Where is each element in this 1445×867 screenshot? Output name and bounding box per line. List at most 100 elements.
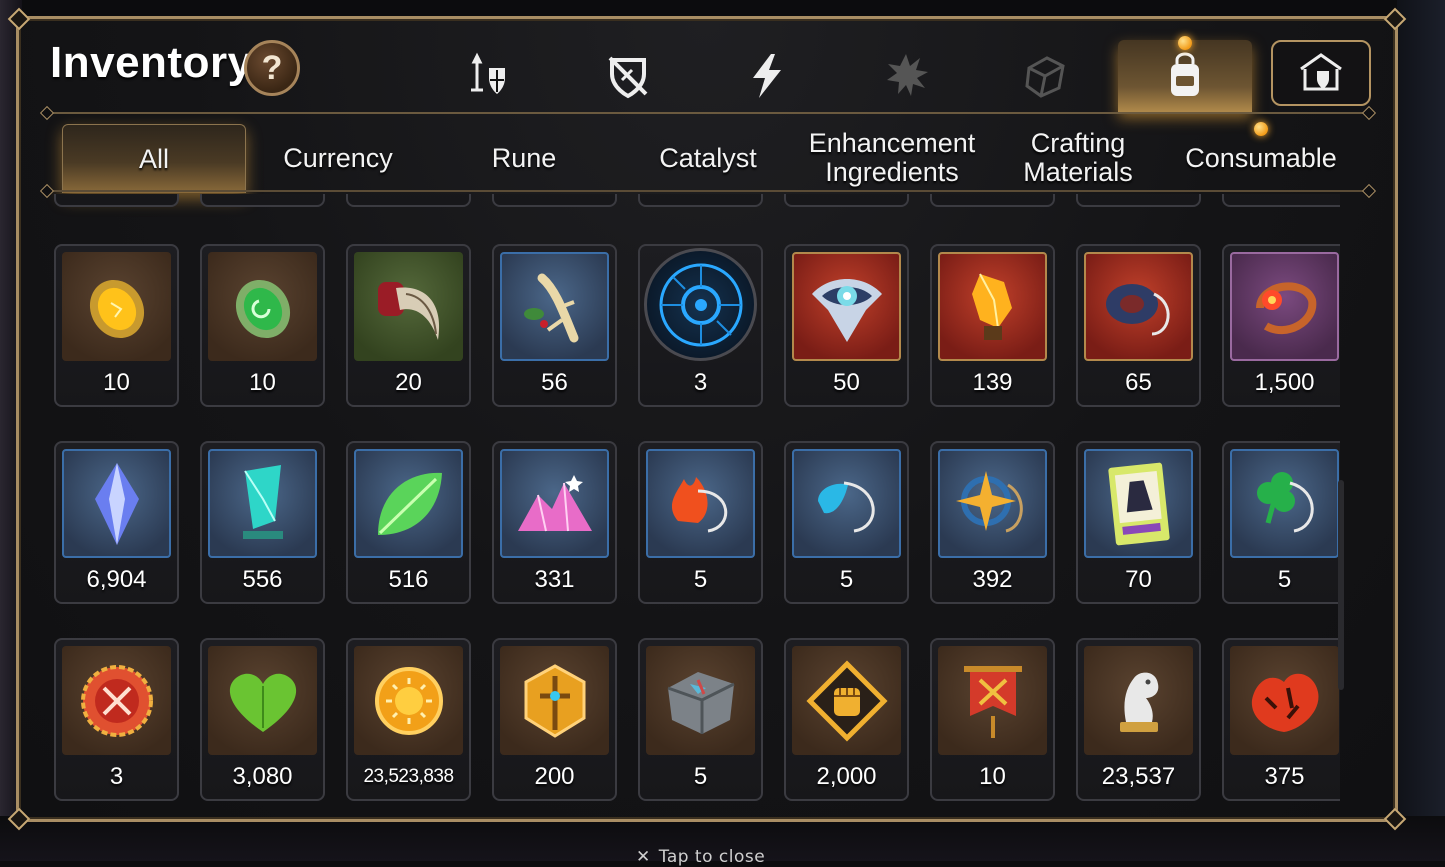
knight-chess-icon bbox=[1084, 646, 1193, 755]
item-slot[interactable]: 56 bbox=[492, 244, 617, 407]
pink-crystal-pile-icon bbox=[500, 449, 609, 558]
item-count: 70 bbox=[1125, 566, 1152, 593]
item-count: 331 bbox=[534, 566, 575, 593]
blue-crystal-icon bbox=[62, 449, 171, 558]
divider bbox=[46, 190, 1368, 192]
item-count: 50 bbox=[833, 369, 860, 396]
teal-crystal-icon bbox=[208, 449, 317, 558]
leaf-icon bbox=[354, 449, 463, 558]
item-count: 10 bbox=[979, 763, 1006, 790]
divider bbox=[46, 112, 1368, 114]
guild-house-icon bbox=[1300, 53, 1342, 91]
item-slot[interactable]: 70 bbox=[1076, 441, 1201, 604]
gold-coin-icon bbox=[354, 646, 463, 755]
notification-dot bbox=[1178, 36, 1192, 50]
item-slot[interactable]: 5 bbox=[1222, 441, 1340, 604]
tab-shards[interactable] bbox=[839, 40, 973, 112]
tab-artifacts[interactable] bbox=[561, 40, 695, 112]
close-icon: ✕ bbox=[636, 847, 651, 867]
item-count: 23,537 bbox=[1101, 763, 1176, 790]
item-slot[interactable]: 5 bbox=[638, 441, 763, 604]
item-slot[interactable]: 10 bbox=[54, 244, 179, 407]
item-slot[interactable]: 5 bbox=[638, 638, 763, 801]
lightning-icon bbox=[753, 54, 781, 98]
fist-emblem-icon bbox=[792, 646, 901, 755]
item-count: 65 bbox=[1125, 369, 1152, 396]
item-count: 10 bbox=[103, 369, 130, 396]
item-slot[interactable] bbox=[638, 194, 763, 207]
item-slot[interactable] bbox=[54, 194, 179, 207]
item-slot[interactable] bbox=[1222, 194, 1340, 207]
item-slot[interactable]: 139 bbox=[930, 244, 1055, 407]
item-slot[interactable]: 375 bbox=[1222, 638, 1340, 801]
cube-icon bbox=[1025, 56, 1065, 98]
scrollbar[interactable] bbox=[1338, 480, 1344, 690]
costume-card-icon bbox=[1084, 449, 1193, 558]
tab-materials[interactable] bbox=[978, 40, 1112, 112]
item-slot[interactable]: 3,080 bbox=[200, 638, 325, 801]
tab-currency[interactable]: Currency bbox=[258, 124, 418, 192]
item-count: 3,080 bbox=[232, 763, 293, 790]
item-slot[interactable]: 200 bbox=[492, 638, 617, 801]
item-slot[interactable]: 50 bbox=[784, 244, 909, 407]
help-button[interactable]: ? bbox=[244, 40, 300, 96]
item-slot[interactable]: 331 bbox=[492, 441, 617, 604]
item-slot[interactable] bbox=[930, 194, 1055, 207]
sword-emblem-icon bbox=[500, 646, 609, 755]
tab-crafting-materials[interactable]: Crafting Materials bbox=[996, 124, 1160, 192]
item-slot[interactable] bbox=[492, 194, 617, 207]
item-slot[interactable] bbox=[784, 194, 909, 207]
item-slot[interactable]: 5 bbox=[784, 441, 909, 604]
item-slot[interactable]: 20 bbox=[346, 244, 471, 407]
water-charm-icon bbox=[792, 449, 901, 558]
green-heart-icon bbox=[208, 646, 317, 755]
flower-ring-icon bbox=[1230, 252, 1339, 361]
tab-catalyst[interactable]: Catalyst bbox=[628, 124, 788, 192]
item-slot[interactable] bbox=[200, 194, 325, 207]
red-badge-icon bbox=[62, 646, 171, 755]
tab-champion-gear[interactable] bbox=[422, 40, 556, 112]
item-slot[interactable]: 516 bbox=[346, 441, 471, 604]
item-count: 139 bbox=[972, 369, 1013, 396]
item-slot[interactable]: 392 bbox=[930, 441, 1055, 604]
item-count: 3 bbox=[109, 763, 124, 790]
close-hint[interactable]: ✕ Tap to close bbox=[636, 847, 765, 867]
autumn-leaf-icon bbox=[1230, 646, 1339, 755]
tab-rune[interactable]: Rune bbox=[444, 124, 604, 192]
item-slot[interactable]: 2,000 bbox=[784, 638, 909, 801]
item-count: 3 bbox=[693, 369, 708, 396]
clover-charm-icon bbox=[1230, 449, 1339, 558]
item-count: 375 bbox=[1264, 763, 1305, 790]
item-slot[interactable]: 3 bbox=[54, 638, 179, 801]
tab-boosts[interactable] bbox=[700, 40, 834, 112]
item-slot[interactable] bbox=[346, 194, 471, 207]
item-grid: 10 10 20 56 3 50 139 65 1,500 6,904 556 … bbox=[40, 194, 1340, 806]
item-slot[interactable]: 6,904 bbox=[54, 441, 179, 604]
item-count: 516 bbox=[388, 566, 429, 593]
champion-gear-icon bbox=[471, 52, 505, 94]
tab-inventory[interactable] bbox=[1118, 40, 1252, 112]
item-count: 392 bbox=[972, 566, 1013, 593]
splat-icon bbox=[887, 54, 928, 96]
item-slot[interactable]: 10 bbox=[930, 638, 1055, 801]
item-slot[interactable] bbox=[1076, 194, 1201, 207]
star-charm-icon bbox=[938, 449, 1047, 558]
tab-enhancement-ingredients[interactable]: Enhancement Ingredients bbox=[796, 124, 988, 192]
item-slot[interactable]: 3 bbox=[638, 244, 763, 407]
tab-all[interactable]: All bbox=[62, 124, 246, 193]
item-slot[interactable]: 23,537 bbox=[1076, 638, 1201, 801]
item-count: 200 bbox=[534, 763, 575, 790]
item-count: 1,500 bbox=[1254, 369, 1315, 396]
item-slot[interactable]: 10 bbox=[200, 244, 325, 407]
item-slot[interactable]: 556 bbox=[200, 441, 325, 604]
notification-dot bbox=[1254, 122, 1268, 136]
fire-crystal-icon bbox=[938, 252, 1047, 361]
tab-guild[interactable] bbox=[1271, 40, 1371, 106]
item-slot[interactable]: 23,523,838 bbox=[346, 638, 471, 801]
item-slot[interactable]: 1,500 bbox=[1222, 244, 1340, 407]
item-count: 2,000 bbox=[816, 763, 877, 790]
page-title: Inventory bbox=[50, 38, 253, 87]
item-count: 10 bbox=[249, 369, 276, 396]
item-slot[interactable]: 65 bbox=[1076, 244, 1201, 407]
amber-gem-icon bbox=[62, 252, 171, 361]
